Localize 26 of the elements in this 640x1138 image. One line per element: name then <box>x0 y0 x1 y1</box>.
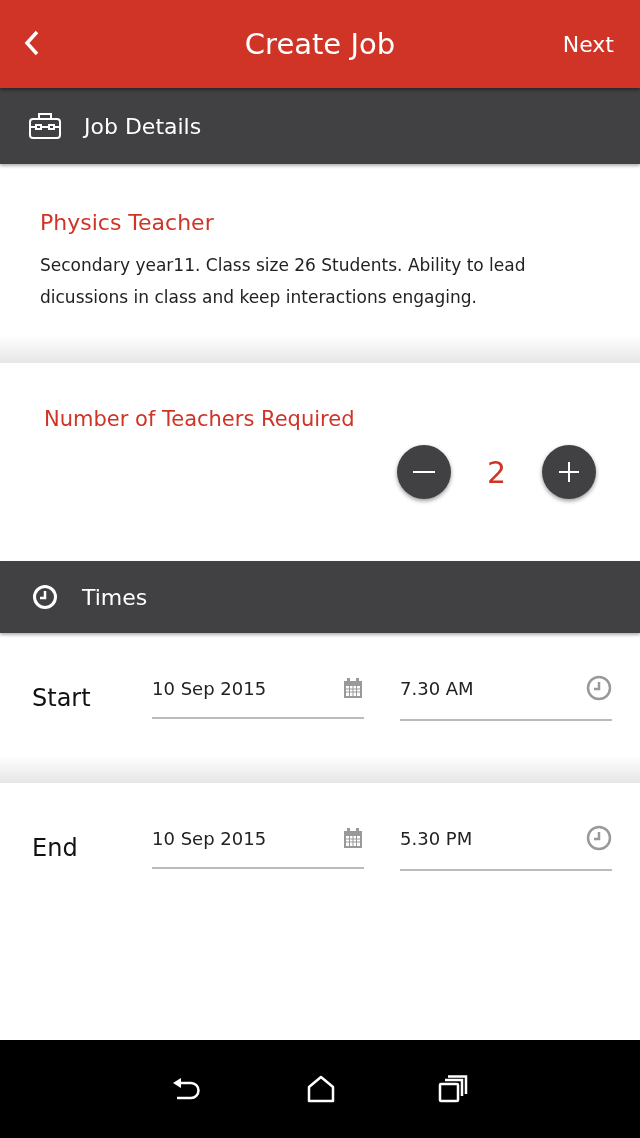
minus-icon <box>412 471 435 473</box>
time-field[interactable]: 7.30 AM <box>400 675 612 721</box>
job-description: Secondary year11. Class size 26 Students. Ability to lead dicussions in class and keep interactions engaging. <box>40 254 527 309</box>
increment-button[interactable] <box>542 445 596 499</box>
clock-icon <box>586 825 612 851</box>
job-title: Physics Teacher <box>40 210 215 235</box>
date-field[interactable]: 10 Sep 2015 <box>152 677 364 719</box>
date-field[interactable]: 10 Sep 2015 <box>152 827 364 869</box>
recent-apps-icon[interactable] <box>438 1075 469 1103</box>
teachers-label: Number of Teachers Required <box>44 407 356 431</box>
clock-icon <box>32 584 58 610</box>
time-row-label: Start <box>32 684 92 712</box>
plus-icon <box>557 460 581 484</box>
time-field[interactable]: 5.30 PM <box>400 825 612 871</box>
clock-icon <box>586 675 612 701</box>
calendar-icon <box>342 677 364 699</box>
decrement-button[interactable] <box>396 445 451 499</box>
section-title: Job Details <box>84 113 202 139</box>
screen-title: Create Job <box>244 27 396 61</box>
toolbox-icon <box>28 112 62 140</box>
time-row-label: End <box>32 834 79 862</box>
home-icon[interactable] <box>307 1075 335 1103</box>
next-button[interactable]: Next <box>562 31 614 57</box>
teacher-count: 2 <box>486 454 506 490</box>
calendar-icon <box>342 827 364 849</box>
section-title: Times <box>82 584 148 610</box>
